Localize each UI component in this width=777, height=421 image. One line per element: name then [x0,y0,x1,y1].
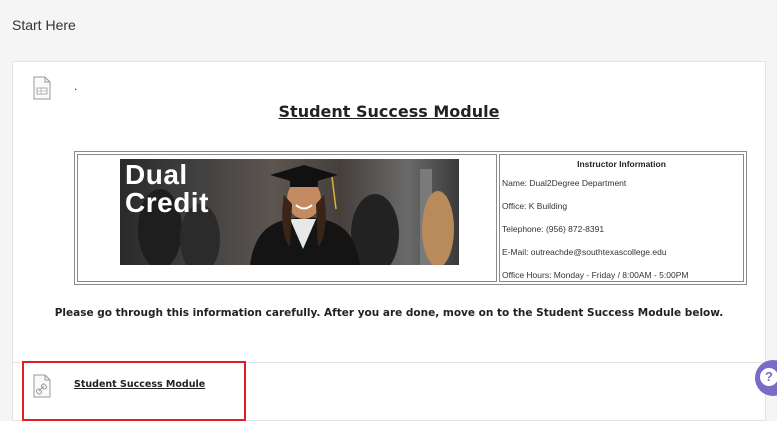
help-icon: ? [760,368,777,386]
banner-text-line1: Dual [125,159,188,190]
instructor-info-heading: Instructor Information [577,159,666,169]
instructor-email: E-Mail: outreachde@southtexascollege.edu [502,247,667,257]
instructor-office: Office: K Building [502,201,568,211]
instruction-text: Please go through this information caref… [54,307,724,319]
instructor-name: Name: Dual2Degree Department [502,178,627,188]
document-icon [33,76,51,100]
student-success-module-link[interactable]: Student Success Module [74,379,205,390]
highlight-box [22,361,246,421]
instructor-info-table: Dual Credit Instructor Information Name:… [74,151,747,285]
module-heading: Student Success Module [278,102,500,121]
instructor-office-hours: Office Hours: Monday - Friday / 8:00AM -… [502,270,689,280]
dual-credit-banner-image: Dual Credit [120,159,459,265]
instructor-telephone: Telephone: (956) 872-8391 [502,224,605,234]
banner-cell: Dual Credit [77,154,497,282]
instructor-info-cell: Instructor Information Name: Dual2Degree… [499,154,744,282]
content-area: . Student Success Module Dual Credit Ins… [12,61,766,421]
link-icon [33,374,51,398]
banner-text-line2: Credit [125,187,209,218]
page-title: Start Here [12,17,76,33]
item-title[interactable]: . [74,79,77,93]
